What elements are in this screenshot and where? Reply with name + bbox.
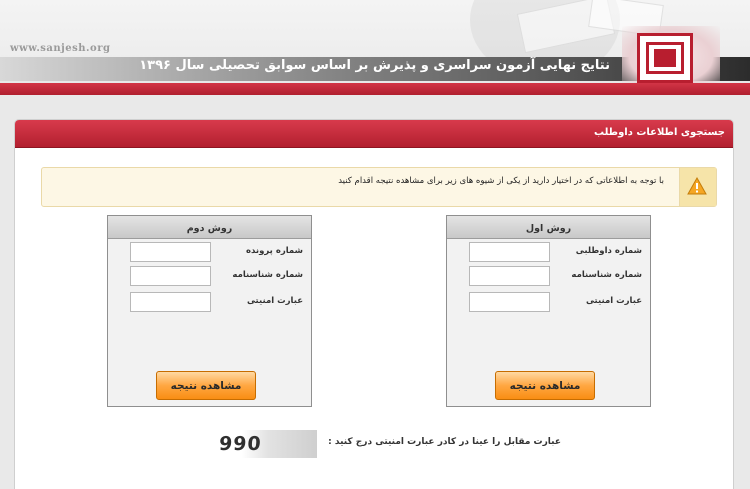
field-row: شماره شناسنامه	[447, 266, 650, 288]
view-result-button[interactable]: مشاهده نتیجه	[495, 371, 595, 400]
captcha-code: 990	[218, 433, 263, 455]
id-number-input[interactable]	[469, 266, 550, 286]
method-2-header: روش دوم	[108, 216, 311, 239]
header-red-strip	[0, 83, 750, 95]
applicant-number-label: شماره داوطلبی	[575, 246, 642, 256]
captcha-image: 990	[209, 430, 317, 458]
captcha-instruction: عبارت مقابل را عینا در کادر عبارت امنیتی…	[328, 437, 561, 447]
panel-header: جستجوی اطلاعات داوطلب	[15, 120, 733, 148]
site-url: www.sanjesh.org	[10, 43, 111, 54]
id-number-label: شماره شناسنامه	[232, 270, 303, 280]
field-row: شماره داوطلبی	[447, 242, 650, 264]
notice-box: با توجه به اطلاعاتی که در اختیار دارید ا…	[41, 167, 717, 207]
method-2-title: روش دوم	[186, 223, 233, 234]
field-row: عبارت امنیتی	[447, 292, 650, 314]
method-1-title: روش اول	[525, 223, 572, 234]
applicant-number-input[interactable]	[469, 242, 550, 262]
security-phrase-label: عبارت امنیتی	[246, 296, 303, 306]
sanjesh-logo	[637, 33, 693, 83]
view-result-button[interactable]: مشاهده نتیجه	[156, 371, 256, 400]
id-number-label: شماره شناسنامه	[571, 270, 642, 280]
security-phrase-input[interactable]	[469, 292, 550, 312]
search-panel: جستجوی اطلاعات داوطلب با توجه به اطلاعات…	[14, 119, 734, 489]
notice-text: با توجه به اطلاعاتی که در اختیار دارید ا…	[338, 176, 664, 186]
file-number-input[interactable]	[130, 242, 211, 262]
warning-icon	[687, 177, 707, 195]
field-row: شماره شناسنامه	[108, 266, 311, 288]
panel-title: جستجوی اطلاعات داوطلب	[593, 127, 725, 138]
method-1-box: روش اول شماره داوطلبی شماره شناسنامه عبا…	[446, 215, 651, 407]
site-header: www.sanjesh.org نتایج نهایی آزمون سراسری…	[0, 0, 750, 95]
page-title: نتایج نهایی آزمون سراسری و پذیرش بر اساس…	[139, 58, 610, 73]
security-phrase-label: عبارت امنیتی	[585, 296, 642, 306]
id-number-input[interactable]	[130, 266, 211, 286]
notice-icon-area	[679, 168, 716, 206]
security-phrase-input[interactable]	[130, 292, 211, 312]
field-row: عبارت امنیتی	[108, 292, 311, 314]
method-1-header: روش اول	[447, 216, 650, 239]
field-row: شماره پرونده	[108, 242, 311, 264]
file-number-label: شماره پرونده	[245, 246, 303, 256]
method-2-box: روش دوم شماره پرونده شماره شناسنامه عبار…	[107, 215, 312, 407]
